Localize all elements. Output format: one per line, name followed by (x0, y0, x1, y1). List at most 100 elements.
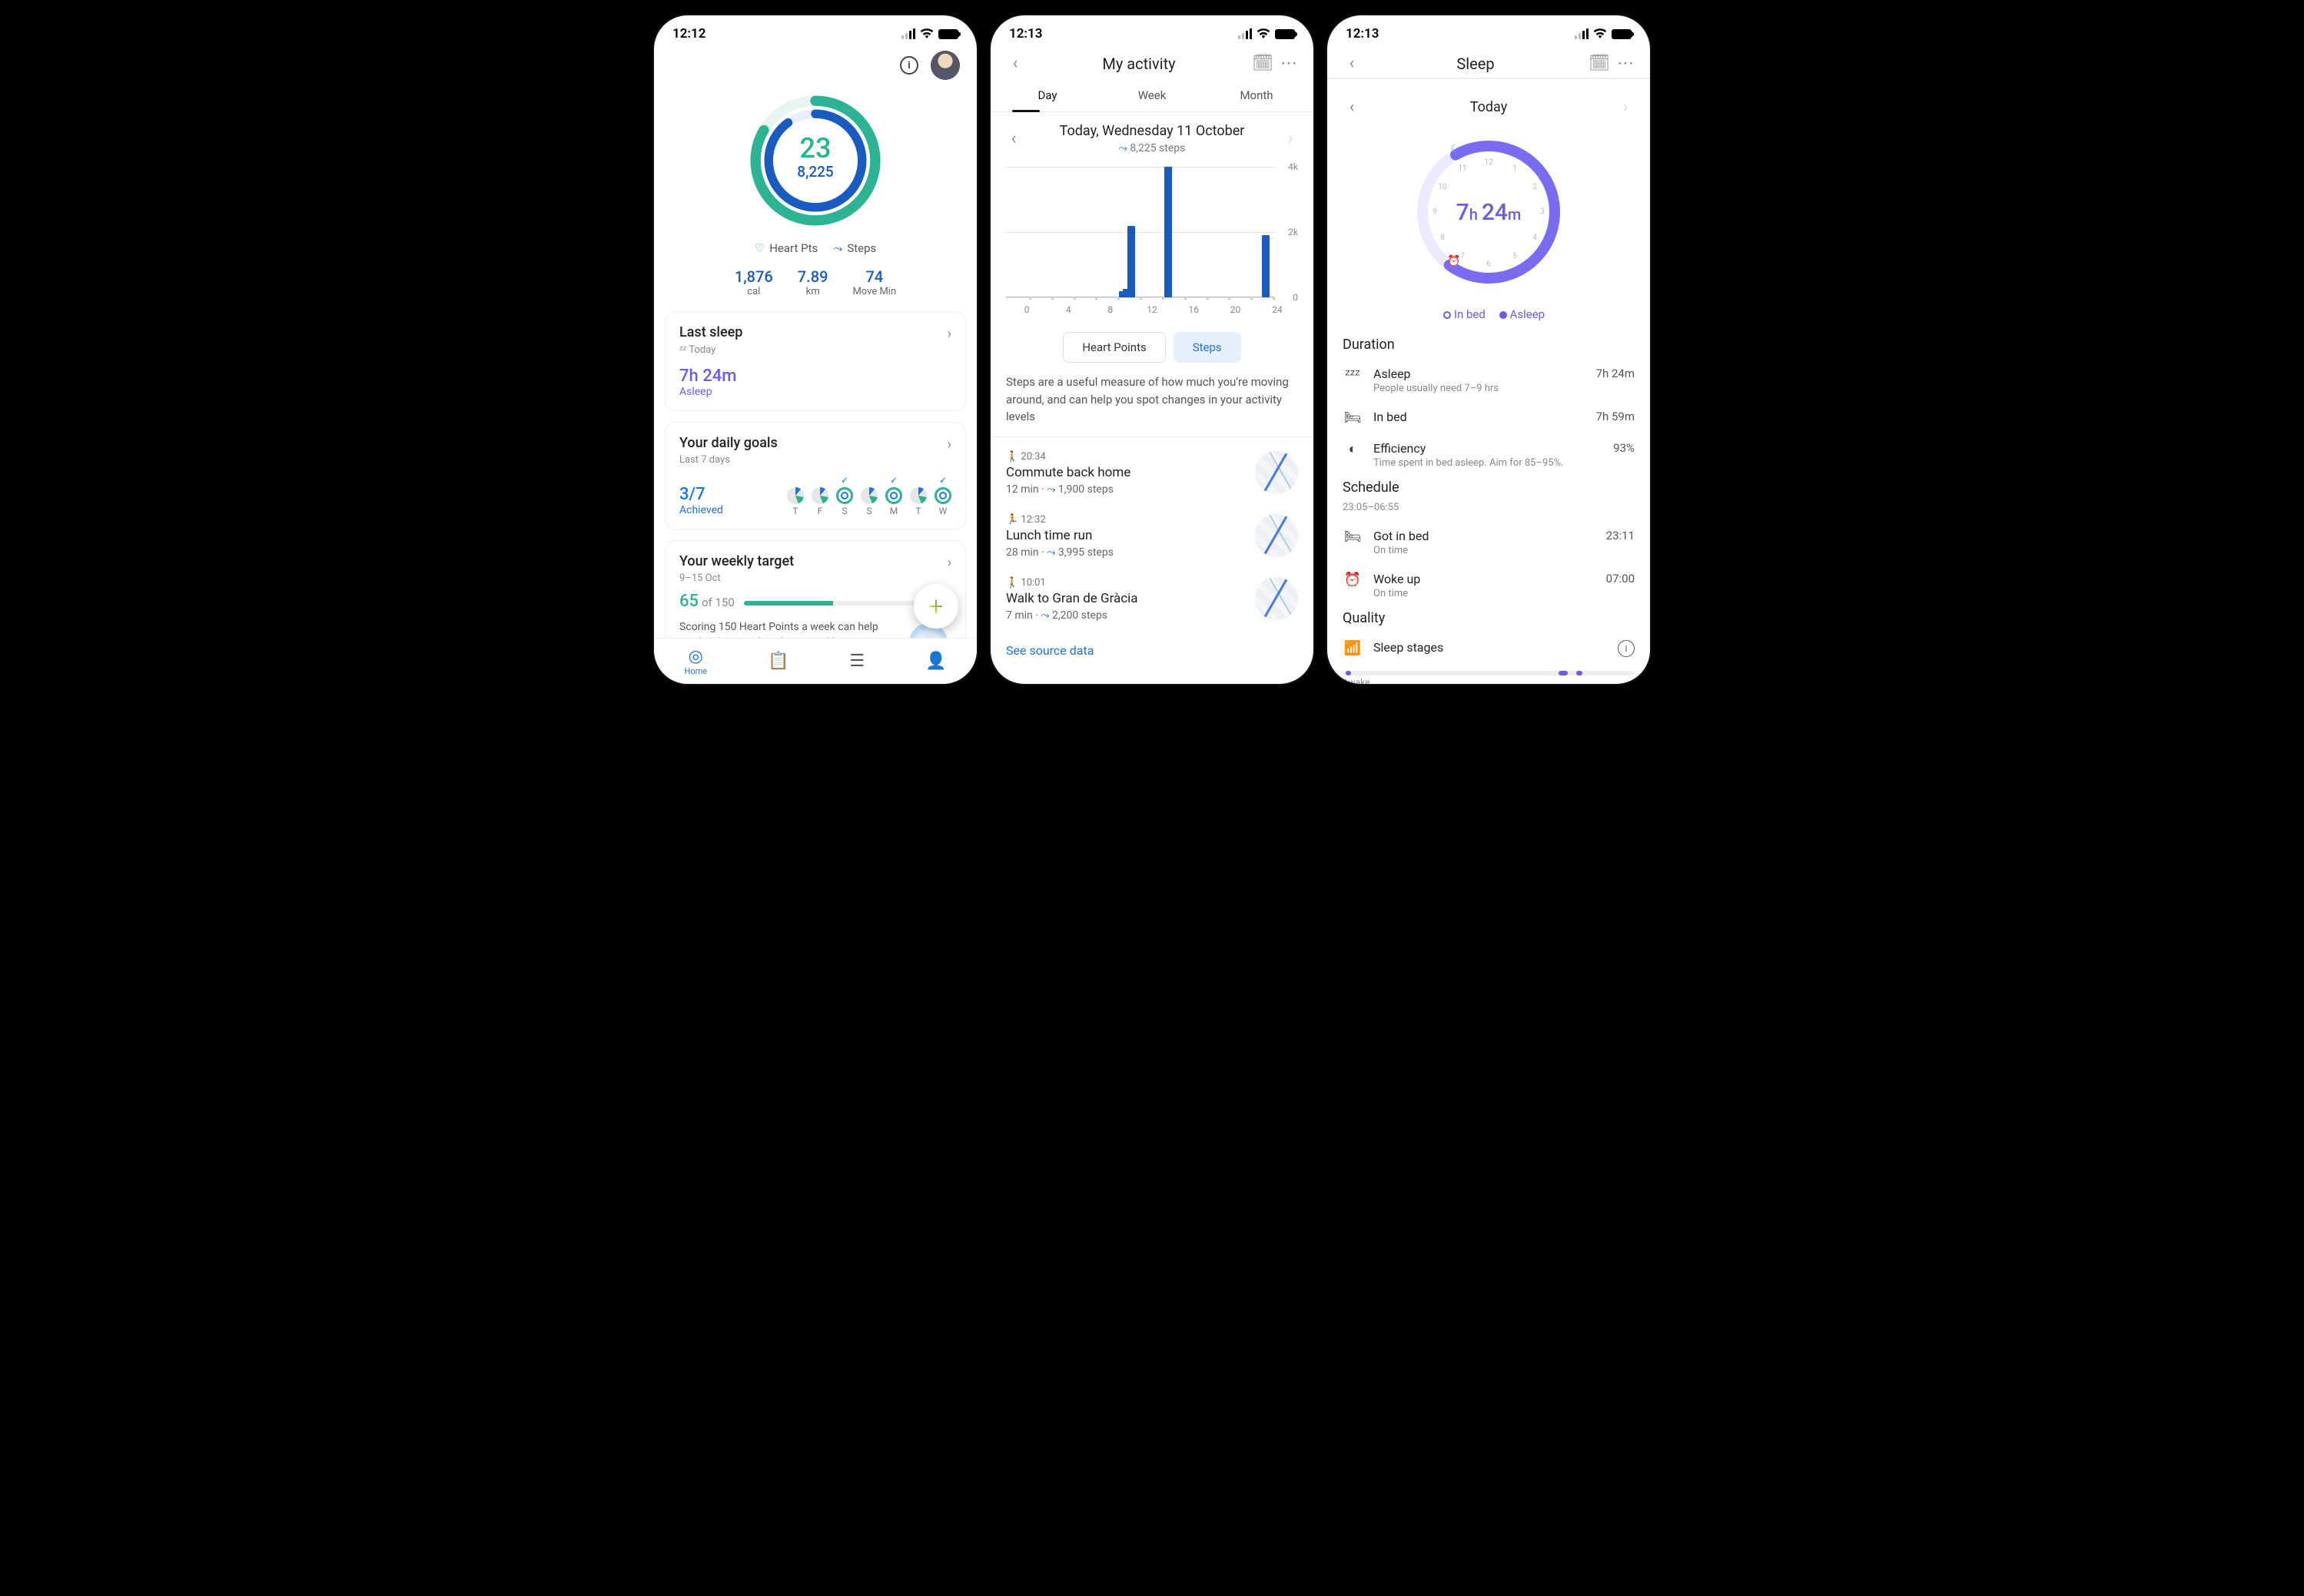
svg-text:4: 4 (1532, 234, 1537, 242)
cellular-icon (1238, 28, 1252, 39)
quality-heading: Quality (1327, 607, 1650, 632)
svg-text:1: 1 (1512, 164, 1517, 173)
daily-goals-card[interactable]: Your daily goals › Last 7 days 3/7 Achie… (665, 422, 966, 529)
info-icon[interactable]: i (1618, 640, 1635, 657)
prev-day-icon[interactable]: ‹ (1341, 98, 1363, 117)
next-day-icon[interactable]: › (1615, 98, 1636, 117)
prev-day-icon[interactable]: ‹ (1003, 129, 1024, 148)
calendar-icon[interactable]: 🗓 (1252, 54, 1273, 73)
target-icon: ◎ (684, 647, 707, 666)
nav-journal[interactable]: 📋 (768, 652, 788, 671)
battery-icon (1275, 29, 1295, 39)
cellular-icon (901, 28, 915, 39)
date-subtitle: ⤳ 8,225 steps (1024, 142, 1280, 154)
more-icon[interactable]: ⋯ (1615, 54, 1636, 73)
activity-item[interactable]: 🏃 12:32Lunch time run28 min · ⤳ 3,995 st… (991, 505, 1313, 568)
status-bar: 12:13 (991, 15, 1313, 46)
map-thumbnail (1255, 577, 1298, 620)
toggle-steps[interactable]: Steps (1174, 332, 1241, 363)
svg-text:7: 7 (1460, 252, 1465, 260)
duration-heading: Duration (1327, 333, 1650, 359)
screen-home: 12:12 i 23 8,225 ♡Heart Pts ⤳Steps 1,876… (654, 15, 977, 684)
svg-text:8: 8 (1440, 234, 1445, 242)
svg-text:5: 5 (1512, 252, 1517, 260)
svg-text:10: 10 (1438, 183, 1447, 191)
sleep-icon: ᶻᶻ (679, 344, 686, 356)
see-source-link[interactable]: See source data (991, 631, 1313, 670)
sleep-clock: 12 1 2 3 4 5 6 7 8 9 10 11 7h 24m ☾ ⏰ (1327, 121, 1650, 301)
svg-text:3: 3 (1540, 207, 1545, 216)
sleep-stage-bar (1343, 671, 1635, 675)
ring-legend: ♡Heart Pts ⤳Steps (654, 241, 977, 255)
steps-icon: ⤳ (833, 241, 842, 255)
activity-type-icon: 🚶 (1006, 451, 1018, 463)
svg-text:⏰: ⏰ (1447, 254, 1460, 267)
tab-week[interactable]: Week (1100, 78, 1204, 111)
battery-icon (1612, 29, 1632, 39)
screen-activity: 12:13 ‹ My activity 🗓 ⋯ Day Week Month ‹… (991, 15, 1313, 684)
activity-type-icon: 🚶 (1006, 577, 1018, 589)
svg-text:6: 6 (1486, 260, 1491, 268)
activity-item[interactable]: 🚶 20:34Commute back home12 min · ⤳ 1,900… (991, 442, 1313, 505)
info-icon[interactable]: i (900, 56, 918, 75)
activity-item[interactable]: 🚶 10:01Walk to Gran de Gràcia7 min · ⤳ 2… (991, 568, 1313, 631)
metric-row: ⏰Woke upOn time07:00 (1327, 564, 1650, 607)
status-icons (901, 28, 958, 39)
heart-pts-value: 23 (799, 132, 831, 164)
row-icon: ᶻᶻᶻ (1343, 367, 1363, 383)
screen-sleep: 12:13 ‹ Sleep 🗓 ⋯ ‹ Today › 12 1 2 3 4 5 (1327, 15, 1650, 684)
row-icon: ⏰ (1343, 572, 1363, 588)
svg-text:2: 2 (1532, 183, 1537, 191)
activity-type-icon: 🏃 (1006, 514, 1018, 526)
week-goal-days: TF✓SS✓MT✓W (787, 475, 951, 516)
more-icon[interactable]: ⋯ (1278, 54, 1300, 73)
back-icon[interactable]: ‹ (1341, 54, 1363, 73)
row-icon: ◐ (1343, 441, 1363, 457)
back-icon[interactable]: ‹ (1004, 54, 1026, 73)
nav-home[interactable]: ◎Home (684, 647, 707, 676)
wifi-icon (920, 28, 934, 39)
battery-icon (938, 29, 958, 39)
metric-row: 🛏In bed7h 59m (1327, 402, 1650, 433)
plus-icon: + (929, 592, 943, 621)
activity-header: ‹ My activity 🗓 ⋯ (991, 46, 1313, 78)
metric-row: 🛏Got in bedOn time23:11 (1327, 521, 1650, 564)
svg-text:9: 9 (1433, 207, 1437, 216)
row-icon: 🛏 (1343, 410, 1363, 426)
person-icon: 👤 (925, 652, 946, 671)
svg-text:11: 11 (1458, 164, 1466, 173)
nav-browse[interactable]: ☰ (849, 652, 865, 671)
svg-text:12: 12 (1484, 158, 1493, 167)
next-day-icon[interactable]: › (1280, 129, 1301, 148)
map-thumbnail (1255, 514, 1298, 557)
wifi-icon (1257, 28, 1270, 39)
tab-month[interactable]: Month (1204, 78, 1309, 111)
nav-profile[interactable]: 👤 (925, 652, 946, 671)
sleep-duration: 7h 24m (679, 367, 951, 386)
status-bar: 12:13 (1327, 15, 1650, 46)
chevron-right-icon: › (948, 555, 951, 571)
tab-day[interactable]: Day (995, 78, 1100, 111)
list-icon: ☰ (849, 652, 865, 671)
sleep-date-nav: ‹ Today › (1327, 87, 1650, 121)
map-thumbnail (1255, 451, 1298, 494)
metric-row: ◐EfficiencyTime spent in bed asleep. Aim… (1327, 433, 1650, 476)
last-sleep-card[interactable]: Last sleep › ᶻᶻ Today 7h 24m Asleep (665, 311, 966, 411)
calendar-icon[interactable]: 🗓 (1589, 54, 1610, 73)
profile-avatar[interactable] (931, 51, 960, 80)
sleep-legend: In bed Asleep (1327, 307, 1650, 321)
wifi-icon (1593, 28, 1607, 39)
metric-row: ᶻᶻᶻAsleepPeople usually need 7–9 hrs7h 2… (1327, 359, 1650, 402)
heart-icon: ♡ (755, 241, 765, 255)
steps-bar-chart[interactable]: 02k4k (1006, 167, 1298, 297)
add-fab[interactable]: + (914, 584, 958, 629)
toggle-heart-points[interactable]: Heart Points (1063, 332, 1165, 363)
sleep-center-value: 7h 24m (1456, 199, 1522, 226)
period-tabs: Day Week Month (991, 78, 1313, 112)
cellular-icon (1575, 28, 1589, 39)
summary-stats: 1,876cal 7.89km 74Move Min (654, 267, 977, 297)
activity-ring[interactable]: 23 8,225 (654, 81, 977, 234)
status-time: 12:13 (1346, 26, 1379, 41)
sleep-stages-row[interactable]: 📶 Sleep stages i (1327, 632, 1650, 665)
status-time: 12:13 (1009, 26, 1042, 41)
